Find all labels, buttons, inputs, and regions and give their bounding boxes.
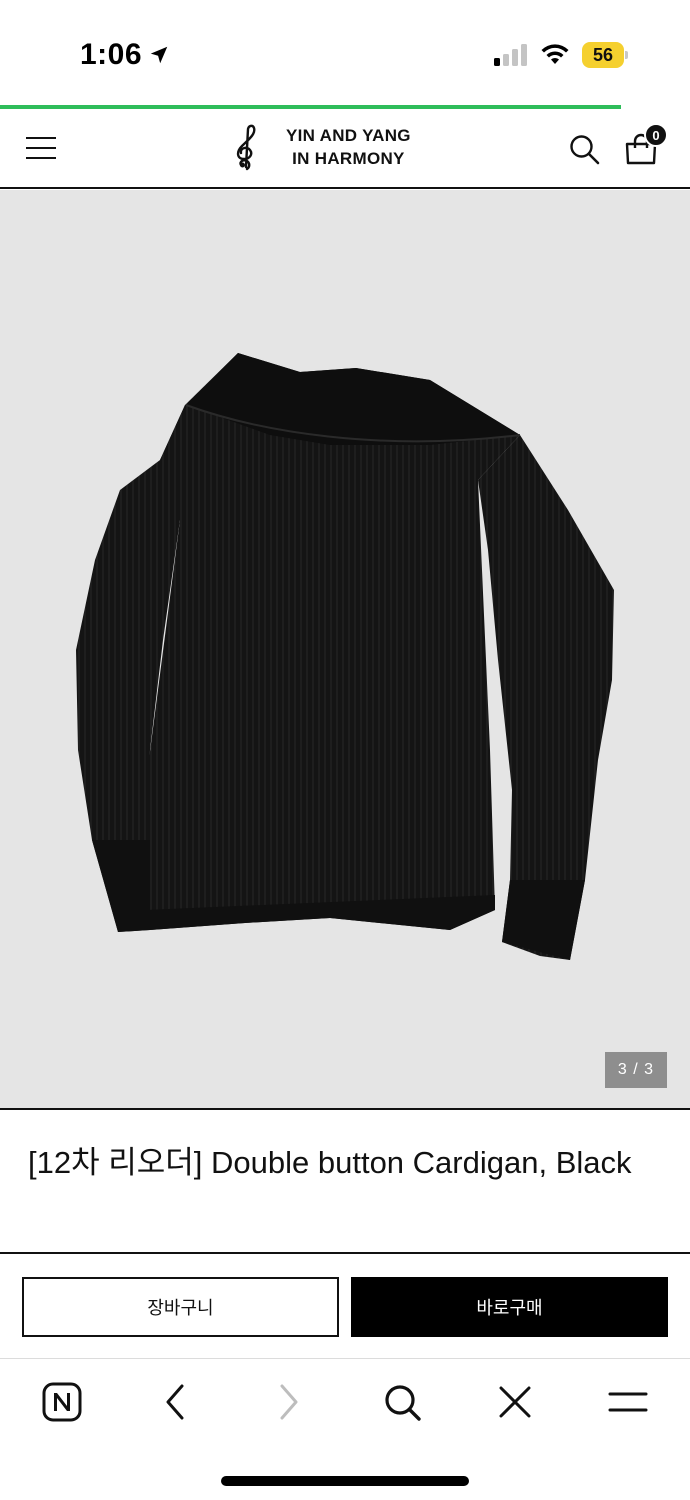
menu-icon bbox=[608, 1392, 648, 1412]
brand-line-2: IN HARMONY bbox=[292, 149, 405, 168]
hamburger-menu-button[interactable] bbox=[26, 135, 56, 161]
site-header: YIN AND YANG IN HARMONY 0 bbox=[0, 109, 690, 189]
search-icon bbox=[385, 1385, 421, 1421]
menu-line bbox=[26, 147, 56, 149]
home-indicator[interactable] bbox=[221, 1476, 469, 1486]
product-title: [12차 리오더] Double button Cardigan, Black bbox=[28, 1145, 632, 1180]
add-to-cart-button[interactable]: 장바구니 bbox=[22, 1277, 339, 1337]
divider bbox=[0, 1252, 690, 1254]
back-button[interactable] bbox=[152, 1379, 198, 1425]
browser-search-button[interactable] bbox=[379, 1379, 425, 1425]
back-icon bbox=[166, 1384, 184, 1420]
status-time-text: 1:06 bbox=[80, 38, 143, 71]
product-image-carousel[interactable]: 3 / 3 bbox=[0, 190, 690, 1110]
status-time: 1:06 bbox=[80, 38, 170, 72]
cart-count-badge: 0 bbox=[644, 123, 668, 147]
brand-name: YIN AND YANG IN HARMONY bbox=[286, 124, 411, 170]
menu-line bbox=[26, 157, 56, 159]
cart-button[interactable]: 0 bbox=[624, 123, 670, 169]
slide-counter: 3 / 3 bbox=[605, 1052, 667, 1088]
search-button[interactable] bbox=[568, 133, 600, 165]
naver-home-icon bbox=[42, 1382, 82, 1422]
menu-line bbox=[26, 137, 56, 139]
battery-level: 56 bbox=[582, 42, 624, 68]
location-arrow-icon bbox=[150, 46, 168, 64]
naver-home-button[interactable] bbox=[39, 1379, 85, 1425]
browser-toolbar bbox=[0, 1359, 690, 1449]
close-icon bbox=[499, 1386, 531, 1418]
close-button[interactable] bbox=[492, 1379, 538, 1425]
browser-menu-button[interactable] bbox=[605, 1379, 651, 1425]
brand-logo[interactable]: YIN AND YANG IN HARMONY bbox=[228, 123, 411, 171]
cardigan-photo bbox=[76, 353, 614, 960]
battery-indicator: 56 bbox=[582, 42, 628, 68]
wifi-icon bbox=[541, 44, 569, 64]
status-bar: 1:06 56 bbox=[0, 0, 690, 104]
battery-tip bbox=[625, 51, 628, 59]
brand-line-1: YIN AND YANG bbox=[286, 126, 411, 145]
treble-clef-icon bbox=[236, 124, 256, 171]
forward-icon bbox=[280, 1384, 298, 1420]
buy-now-button[interactable]: 바로구매 bbox=[351, 1277, 668, 1337]
forward-button[interactable] bbox=[266, 1379, 312, 1425]
cellular-signal-icon bbox=[494, 44, 527, 66]
